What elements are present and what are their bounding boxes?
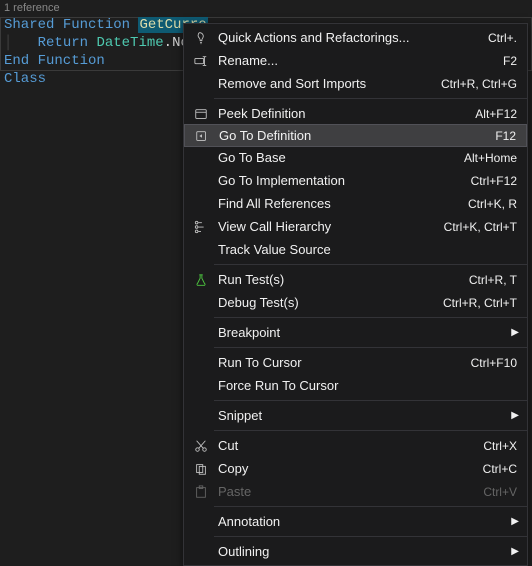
menu-item-force-run-to-cursor[interactable]: Force Run To Cursor xyxy=(184,374,527,397)
menu-item-peek-definition[interactable]: Peek DefinitionAlt+F12 xyxy=(184,102,527,125)
menu-item-shortcut: Ctrl+V xyxy=(483,485,521,499)
menu-separator xyxy=(214,506,527,507)
menu-item-label: Remove and Sort Imports xyxy=(212,76,441,91)
menu-item-breakpoint[interactable]: Breakpoint▶ xyxy=(184,321,527,344)
menu-item-annotation[interactable]: Annotation▶ xyxy=(184,510,527,533)
keyword: Function xyxy=(63,17,130,33)
menu-item-label: Go To Implementation xyxy=(212,173,471,188)
menu-item-label: Copy xyxy=(212,461,483,476)
cut-icon xyxy=(190,439,212,453)
menu-item-shortcut: Ctrl+F12 xyxy=(471,174,521,188)
menu-item-shortcut: Ctrl+C xyxy=(483,462,521,476)
submenu-arrow-icon: ▶ xyxy=(511,410,519,421)
menu-item-snippet[interactable]: Snippet▶ xyxy=(184,404,527,427)
menu-item-find-all-references[interactable]: Find All ReferencesCtrl+K, R xyxy=(184,192,527,215)
menu-item-label: Run Test(s) xyxy=(212,272,469,287)
flask-icon xyxy=(190,273,212,287)
menu-separator xyxy=(214,430,527,431)
menu-item-go-to-implementation[interactable]: Go To ImplementationCtrl+F12 xyxy=(184,169,527,192)
submenu-arrow-icon: ▶ xyxy=(511,516,519,527)
menu-item-go-to-definition[interactable]: Go To DefinitionF12 xyxy=(184,124,527,147)
menu-item-label: Annotation xyxy=(212,514,521,529)
keyword: End Function xyxy=(4,53,105,69)
menu-item-shortcut: Ctrl+. xyxy=(488,31,521,45)
menu-item-rename[interactable]: Rename...F2 xyxy=(184,49,527,72)
menu-item-go-to-base[interactable]: Go To BaseAlt+Home xyxy=(184,146,527,169)
submenu-arrow-icon: ▶ xyxy=(511,546,519,557)
menu-item-shortcut: Ctrl+X xyxy=(483,439,521,453)
peek-icon xyxy=(190,107,212,121)
menu-separator xyxy=(214,98,527,99)
menu-item-label: Go To Definition xyxy=(213,128,495,143)
menu-item-run-test-s[interactable]: Run Test(s)Ctrl+R, T xyxy=(184,268,527,291)
menu-item-label: Snippet xyxy=(212,408,521,423)
menu-item-shortcut: F2 xyxy=(503,54,521,68)
menu-separator xyxy=(214,536,527,537)
rename-icon xyxy=(190,54,212,68)
paste-icon xyxy=(190,485,212,499)
submenu-arrow-icon: ▶ xyxy=(511,327,519,338)
menu-item-label: View Call Hierarchy xyxy=(212,219,444,234)
menu-item-shortcut: Alt+Home xyxy=(464,151,521,165)
menu-item-debug-test-s[interactable]: Debug Test(s)Ctrl+R, Ctrl+T xyxy=(184,291,527,314)
menu-item-run-to-cursor[interactable]: Run To CursorCtrl+F10 xyxy=(184,351,527,374)
menu-separator xyxy=(214,317,527,318)
menu-item-label: Debug Test(s) xyxy=(212,295,443,310)
menu-item-shortcut: Ctrl+R, T xyxy=(469,273,521,287)
menu-separator xyxy=(214,347,527,348)
menu-item-shortcut: Ctrl+F10 xyxy=(471,356,521,370)
menu-item-shortcut: F12 xyxy=(495,129,520,143)
menu-item-remove-and-sort-imports[interactable]: Remove and Sort ImportsCtrl+R, Ctrl+G xyxy=(184,72,527,95)
menu-item-outlining[interactable]: Outlining▶ xyxy=(184,540,527,563)
menu-item-shortcut: Ctrl+K, Ctrl+T xyxy=(444,220,521,234)
menu-item-label: Quick Actions and Refactorings... xyxy=(212,30,488,45)
type-name: DateTime xyxy=(96,35,163,51)
bulb-icon xyxy=(190,31,212,45)
menu-item-copy[interactable]: CopyCtrl+C xyxy=(184,457,527,480)
copy-icon xyxy=(190,462,212,476)
menu-item-label: Force Run To Cursor xyxy=(212,378,521,393)
menu-item-label: Peek Definition xyxy=(212,106,475,121)
menu-item-label: Track Value Source xyxy=(212,242,521,257)
keyword: Shared xyxy=(4,17,54,33)
goto-icon xyxy=(191,129,213,143)
menu-item-label: Run To Cursor xyxy=(212,355,471,370)
reference-count[interactable]: 1 reference xyxy=(4,2,60,14)
menu-item-shortcut: Ctrl+R, Ctrl+T xyxy=(443,296,521,310)
menu-item-cut[interactable]: CutCtrl+X xyxy=(184,434,527,457)
menu-item-label: Rename... xyxy=(212,53,503,68)
menu-item-paste: PasteCtrl+V xyxy=(184,480,527,503)
menu-item-shortcut: Ctrl+R, Ctrl+G xyxy=(441,77,521,91)
keyword: Class xyxy=(4,71,46,87)
keyword: Return xyxy=(38,35,88,51)
menu-item-shortcut: Alt+F12 xyxy=(475,107,521,121)
menu-separator xyxy=(214,264,527,265)
menu-item-view-call-hierarchy[interactable]: View Call HierarchyCtrl+K, Ctrl+T xyxy=(184,215,527,238)
menu-item-quick-actions-and-refactorings[interactable]: Quick Actions and Refactorings...Ctrl+. xyxy=(184,26,527,49)
menu-item-label: Go To Base xyxy=(212,150,464,165)
menu-item-label: Paste xyxy=(212,484,483,499)
menu-item-label: Cut xyxy=(212,438,483,453)
hierarchy-icon xyxy=(190,220,212,234)
menu-item-label: Outlining xyxy=(212,544,521,559)
menu-item-shortcut: Ctrl+K, R xyxy=(468,197,521,211)
menu-separator xyxy=(214,400,527,401)
menu-item-track-value-source[interactable]: Track Value Source xyxy=(184,238,527,261)
menu-item-label: Find All References xyxy=(212,196,468,211)
context-menu: Quick Actions and Refactorings...Ctrl+.R… xyxy=(183,23,528,566)
menu-item-label: Breakpoint xyxy=(212,325,521,340)
